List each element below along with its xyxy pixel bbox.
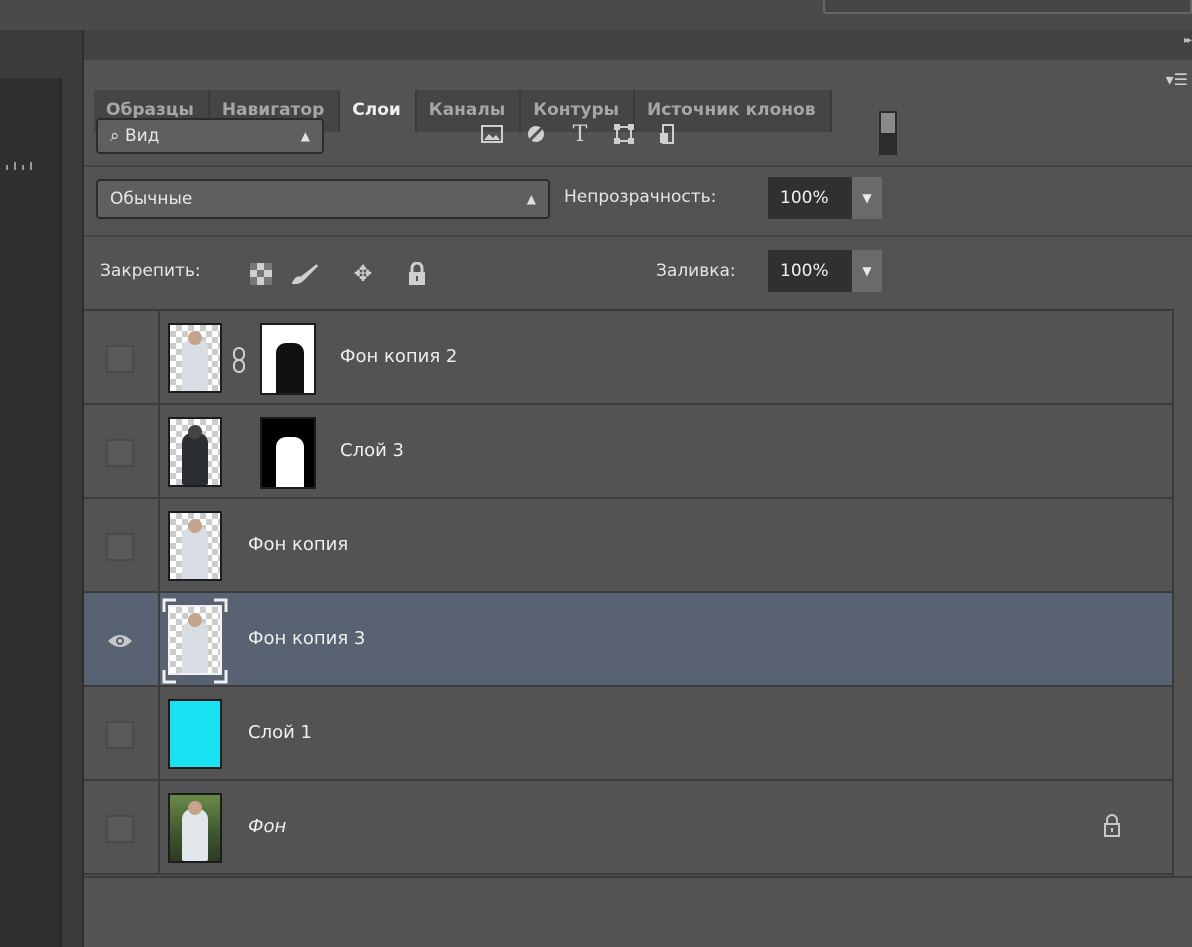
kind-filter-select[interactable]: ⌕ Вид ▲ xyxy=(96,118,324,154)
lock-position-icon[interactable]: ✥ xyxy=(348,259,378,289)
blend-row: Обычные ▲ Непрозрачность: 100% ▼ xyxy=(84,167,1192,237)
updown-arrow-icon: ▲ xyxy=(300,129,310,143)
eye-icon[interactable] xyxy=(106,627,134,655)
blend-mode-select[interactable]: Обычные ▲ xyxy=(96,179,550,219)
lock-row: Закрепить: ✥ Заливка: 100% ▼ xyxy=(84,237,1192,309)
top-field xyxy=(823,0,1192,14)
layer-row[interactable]: Фон копия 2 xyxy=(84,311,1174,405)
visibility-toggle[interactable] xyxy=(106,721,134,749)
visibility-cell xyxy=(84,311,160,403)
visibility-cell xyxy=(84,687,160,779)
layer-thumbnail[interactable] xyxy=(168,323,222,393)
layer-name[interactable]: Фон копия 2 xyxy=(340,311,457,403)
panel-bottom-area xyxy=(84,876,1192,947)
opacity-input[interactable]: 100% xyxy=(768,177,852,219)
link-chain-icon[interactable] xyxy=(232,347,250,373)
visibility-toggle[interactable] xyxy=(106,345,134,373)
search-icon: ⌕ xyxy=(110,126,125,146)
filter-toggle[interactable] xyxy=(879,111,897,155)
layer-row-selected[interactable]: Фон копия 3 xyxy=(84,593,1174,687)
layer-name[interactable]: Слой 1 xyxy=(248,687,312,779)
layer-thumbnail[interactable] xyxy=(168,417,222,487)
type-filter-icon[interactable]: T xyxy=(558,115,602,153)
visibility-cell xyxy=(84,405,160,497)
visibility-cell xyxy=(84,499,160,591)
lock-pixels-icon[interactable] xyxy=(290,259,320,289)
visibility-toggle[interactable] xyxy=(106,815,134,843)
left-dock xyxy=(0,78,62,947)
lock-all-icon[interactable] xyxy=(402,259,432,289)
visibility-toggle[interactable] xyxy=(106,439,134,467)
smart-object-filter-icon[interactable] xyxy=(646,115,690,153)
panel-header: ▸▸ xyxy=(84,30,1192,60)
layer-name[interactable]: Слой 3 xyxy=(340,405,404,497)
ruler-marks xyxy=(6,158,36,170)
visibility-cell xyxy=(84,593,160,685)
layer-mask-thumbnail[interactable] xyxy=(260,323,316,395)
lock-label: Закрепить: xyxy=(100,261,201,281)
selection-corners xyxy=(162,598,228,684)
layer-row[interactable]: Фон xyxy=(84,781,1174,875)
kind-filter-label: Вид xyxy=(124,126,160,146)
opacity-label: Непрозрачность: xyxy=(564,187,717,207)
left-panel-strip xyxy=(0,30,82,947)
adjustment-filter-icon[interactable] xyxy=(514,115,558,153)
layer-row[interactable]: Слой 1 xyxy=(84,687,1174,781)
filter-icons: T xyxy=(470,115,690,153)
collapse-icon[interactable]: ▸▸ xyxy=(1184,35,1192,46)
layer-mask-thumbnail[interactable] xyxy=(260,417,316,489)
layer-name[interactable]: Фон копия 3 xyxy=(248,593,365,685)
layer-name[interactable]: Фон копия xyxy=(248,499,348,591)
layers-list: Фон копия 2 Слой 3 Фон копия Фон копия 3… xyxy=(84,309,1174,876)
layer-row[interactable]: Фон копия xyxy=(84,499,1174,593)
layer-row[interactable]: Слой 3 xyxy=(84,405,1174,499)
filter-row: ⌕ Вид ▲ T xyxy=(84,105,1192,167)
updown-arrow-icon: ▲ xyxy=(526,192,536,206)
fill-dropdown-icon[interactable]: ▼ xyxy=(852,250,882,292)
layer-name[interactable]: Фон xyxy=(248,781,286,873)
fill-label: Заливка: xyxy=(656,261,736,281)
blend-mode-label: Обычные xyxy=(110,189,193,209)
layer-thumbnail[interactable] xyxy=(168,793,222,863)
visibility-toggle[interactable] xyxy=(106,533,134,561)
layer-thumbnail[interactable] xyxy=(168,699,222,769)
layer-lock-icon xyxy=(1102,814,1124,840)
visibility-cell xyxy=(84,781,160,873)
window-top-bar xyxy=(0,0,1192,30)
panel-menu-icon[interactable]: ▾☰ xyxy=(1166,70,1188,89)
fill-input[interactable]: 100% xyxy=(768,250,852,292)
lock-transparent-icon[interactable] xyxy=(246,259,276,289)
layers-scrollbar[interactable] xyxy=(1172,309,1192,876)
image-filter-icon[interactable] xyxy=(470,115,514,153)
layers-panel: ▸▸ Образцы Навигатор Слои Каналы Контуры… xyxy=(82,30,1192,947)
shape-filter-icon[interactable] xyxy=(602,115,646,153)
opacity-dropdown-icon[interactable]: ▼ xyxy=(852,177,882,219)
layer-thumbnail[interactable] xyxy=(168,511,222,581)
